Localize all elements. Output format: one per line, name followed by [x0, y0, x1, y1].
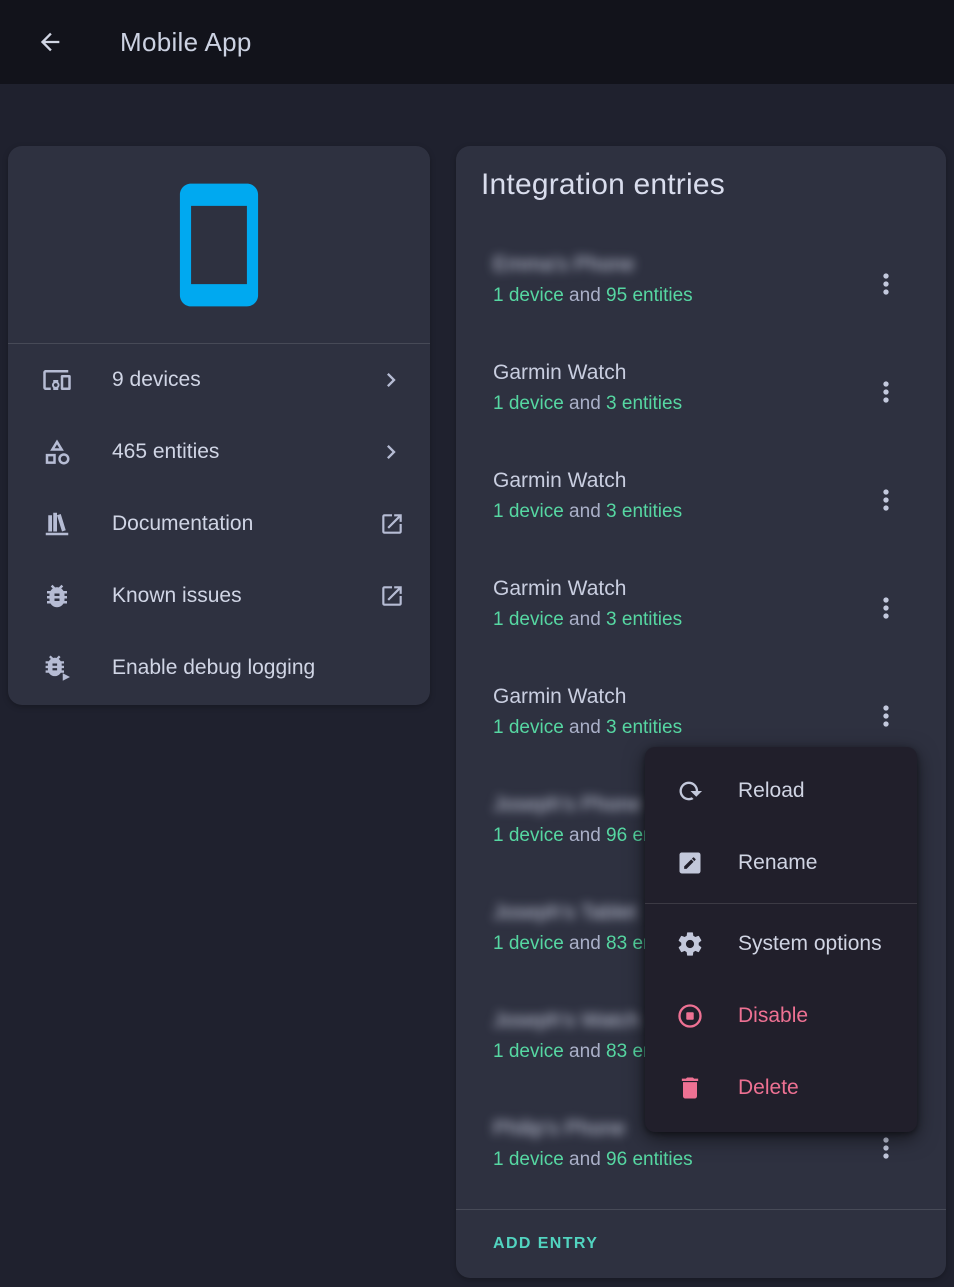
entry-summary: 1 device and 3 entities: [493, 499, 866, 524]
menu-item-delete[interactable]: Delete: [645, 1052, 917, 1124]
entry-name: Garmin Watch: [493, 684, 866, 710]
integration-entry: Garmin Watch 1 device and 3 entities: [456, 550, 946, 658]
device-count-link[interactable]: 1 device: [493, 609, 564, 630]
bookshelf-icon: [42, 509, 72, 539]
device-count-link[interactable]: 1 device: [493, 933, 564, 954]
overview-row-9-devices[interactable]: 9 devices: [8, 344, 430, 416]
entry-menu-button[interactable]: [866, 588, 906, 628]
integration-entry: Garmin Watch 1 device and 3 entities: [456, 334, 946, 442]
menu-item-reload[interactable]: Reload: [645, 755, 917, 827]
entry-menu-button[interactable]: [866, 372, 906, 412]
chevron-right-icon: [377, 438, 405, 466]
integration-overview-card: 9 devices 465 entities Documentation Kno…: [8, 146, 430, 705]
menu-item-system-options[interactable]: System options: [645, 908, 917, 980]
entry-summary: 1 device and 3 entities: [493, 715, 866, 740]
app-header: Mobile App: [0, 0, 954, 84]
add-entry-button[interactable]: ADD ENTRY: [456, 1235, 598, 1253]
entry-summary: 1 device and 3 entities: [493, 607, 866, 632]
entity-count-link[interactable]: 3 entities: [606, 717, 682, 738]
cellphone-icon: [152, 178, 286, 312]
entry-menu-button[interactable]: [866, 264, 906, 304]
shape-icon: [42, 437, 72, 467]
entity-count-link[interactable]: 96 entities: [606, 1149, 693, 1170]
overview-row-known-issues[interactable]: Known issues: [8, 560, 430, 632]
entry-summary: 1 device and 3 entities: [493, 391, 866, 416]
device-count-link[interactable]: 1 device: [493, 717, 564, 738]
entry-menu-button[interactable]: [866, 696, 906, 736]
device-count-link[interactable]: 1 device: [493, 393, 564, 414]
entity-count-link[interactable]: 95 entities: [606, 285, 693, 306]
cog-icon: [676, 930, 704, 958]
menu-divider: [645, 903, 917, 904]
menu-item-rename[interactable]: Rename: [645, 827, 917, 899]
entity-count-link[interactable]: 3 entities: [606, 501, 682, 522]
dots-vertical-icon: [870, 592, 902, 624]
entry-name: Garmin Watch: [493, 468, 866, 494]
entity-count-link[interactable]: 3 entities: [606, 609, 682, 630]
entry-context-menu: Reload Rename System options Disable Del…: [645, 747, 917, 1132]
open-in-new-icon: [379, 511, 405, 537]
card-title: Integration entries: [456, 146, 946, 226]
delete-icon: [676, 1074, 704, 1102]
entity-count-link[interactable]: 3 entities: [606, 393, 682, 414]
chevron-right-icon: [377, 366, 405, 394]
entry-name: Emma's Phone: [493, 252, 866, 278]
dots-vertical-icon: [870, 700, 902, 732]
entry-menu-button[interactable]: [866, 480, 906, 520]
overview-row-465-entities[interactable]: 465 entities: [8, 416, 430, 488]
entry-summary: 1 device and 95 entities: [493, 283, 866, 308]
device-count-link[interactable]: 1 device: [493, 285, 564, 306]
entry-name: Garmin Watch: [493, 360, 866, 386]
entry-menu-button[interactable]: [866, 1128, 906, 1168]
back-button[interactable]: [34, 26, 66, 58]
dots-vertical-icon: [870, 1132, 902, 1164]
integration-icon-section: [8, 146, 430, 343]
pencil-box-icon: [676, 849, 704, 877]
dots-vertical-icon: [870, 484, 902, 516]
dots-vertical-icon: [870, 268, 902, 300]
page-title: Mobile App: [120, 27, 252, 58]
device-count-link[interactable]: 1 device: [493, 1149, 564, 1170]
bug-icon: [42, 581, 72, 611]
entry-name: Garmin Watch: [493, 576, 866, 602]
stop-circle-icon: [676, 1002, 704, 1030]
integration-entry: Emma's Phone 1 device and 95 entities: [456, 226, 946, 334]
arrow-left-icon: [36, 28, 64, 56]
devices-icon: [42, 365, 72, 395]
open-in-new-icon: [379, 583, 405, 609]
reload-icon: [676, 777, 704, 805]
overview-row-documentation[interactable]: Documentation: [8, 488, 430, 560]
device-count-link[interactable]: 1 device: [493, 1041, 564, 1062]
bug-play-icon: [42, 653, 72, 683]
integration-entry: Garmin Watch 1 device and 3 entities: [456, 442, 946, 550]
device-count-link[interactable]: 1 device: [493, 825, 564, 846]
entry-summary: 1 device and 96 entities: [493, 1147, 866, 1172]
overview-row-enable-debug-logging[interactable]: Enable debug logging: [8, 632, 430, 704]
device-count-link[interactable]: 1 device: [493, 501, 564, 522]
menu-item-disable[interactable]: Disable: [645, 980, 917, 1052]
dots-vertical-icon: [870, 376, 902, 408]
